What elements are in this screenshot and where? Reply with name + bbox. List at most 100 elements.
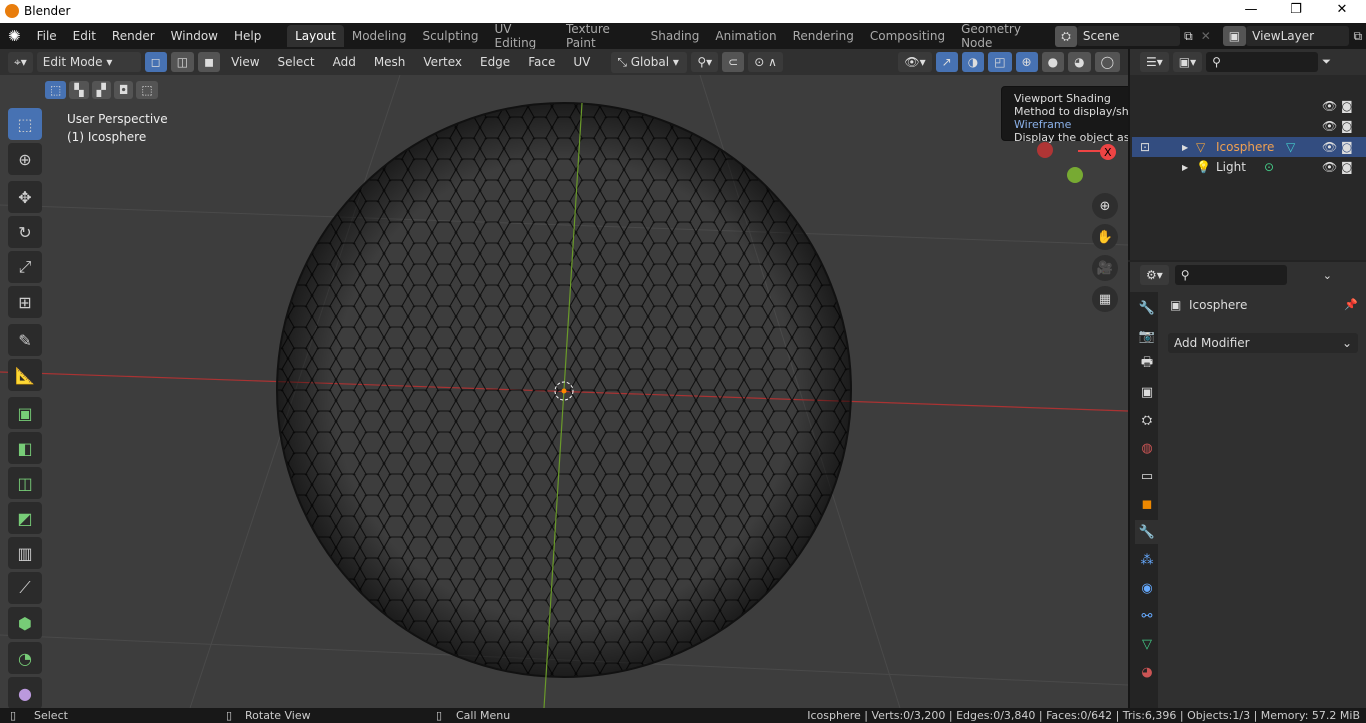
- snap-icon[interactable]: ⊂: [722, 52, 745, 72]
- annotate-tool-icon[interactable]: ✎: [8, 324, 42, 356]
- scale-tool-icon[interactable]: ⤢: [8, 251, 42, 283]
- 3d-viewport[interactable]: X ⬚ ▚ ▞ ◘ ⬚ ⊕ ✋ 🎥 ▦: [0, 75, 1128, 708]
- new-view-layer-icon[interactable]: ⧉: [1349, 29, 1366, 44]
- poly-build-tool-icon[interactable]: ⬢: [8, 607, 42, 639]
- pan-hand-icon[interactable]: ✋: [1092, 224, 1118, 250]
- edge-select-icon[interactable]: ◫: [170, 52, 195, 72]
- minimize-button[interactable]: —: [1236, 2, 1266, 17]
- tab-modeling[interactable]: Modeling: [344, 25, 415, 47]
- measure-tool-icon[interactable]: 📐: [8, 359, 42, 391]
- maximize-button[interactable]: ❐: [1281, 2, 1311, 17]
- blender-menu-icon[interactable]: ✺: [0, 27, 29, 45]
- gizmo-neg-x[interactable]: [1037, 142, 1053, 158]
- close-button[interactable]: ✕: [1327, 2, 1357, 17]
- edit-mode-icon[interactable]: ⊡: [1140, 140, 1182, 154]
- shading-wireframe-icon[interactable]: ⊕: [1015, 52, 1038, 72]
- tool-tab-icon[interactable]: 🔧: [1135, 296, 1159, 320]
- ortho-grid-icon[interactable]: ▦: [1092, 286, 1118, 312]
- world-tab-icon[interactable]: ◍: [1135, 436, 1159, 460]
- menu-window[interactable]: Window: [163, 29, 226, 43]
- gizmo-y[interactable]: [1067, 167, 1083, 183]
- menu-edge[interactable]: Edge: [473, 55, 517, 69]
- constraints-tab-icon[interactable]: ⚯: [1135, 604, 1159, 628]
- outliner-item-light[interactable]: ▶ 💡 Light ⊙ 👁 ◙: [1132, 157, 1366, 177]
- loop-cut-tool-icon[interactable]: ▥: [8, 537, 42, 569]
- cursor-tool-icon[interactable]: ⊕: [8, 143, 42, 175]
- face-select-icon[interactable]: ◼: [198, 52, 221, 72]
- select-box-tool-icon[interactable]: ⬚: [8, 108, 42, 140]
- add-cube-tool-icon[interactable]: ▣: [8, 397, 42, 429]
- filter-icon[interactable]: ⏷: [1322, 55, 1331, 69]
- shading-rendered-icon[interactable]: ◯: [1094, 52, 1120, 72]
- select-new-icon[interactable]: ⬚: [45, 81, 67, 99]
- shading-solid-icon[interactable]: ●: [1041, 52, 1065, 72]
- visibility-toggle-icon[interactable]: 👁 ◙: [1322, 140, 1353, 154]
- data-tab-icon[interactable]: ▽: [1135, 632, 1159, 656]
- delete-scene-icon[interactable]: ✕: [1197, 29, 1215, 43]
- overlay-icon[interactable]: ◑: [961, 52, 985, 72]
- proportional-edit-icon[interactable]: ⊙ ∧: [748, 52, 783, 72]
- menu-select[interactable]: Select: [271, 55, 322, 69]
- outliner-row[interactable]: 👁 ◙: [1132, 96, 1366, 116]
- select-extend-icon[interactable]: ▚: [69, 81, 89, 99]
- view-layer-field[interactable]: ViewLayer: [1246, 26, 1350, 46]
- menu-uv[interactable]: UV: [566, 55, 597, 69]
- menu-help[interactable]: Help: [226, 29, 269, 43]
- menu-add[interactable]: Add: [326, 55, 363, 69]
- new-scene-icon[interactable]: ⧉: [1180, 29, 1197, 44]
- visibility-icon[interactable]: 👁▾: [898, 52, 932, 72]
- menu-vertex[interactable]: Vertex: [416, 55, 469, 69]
- scene-tab-icon[interactable]: ⛭: [1135, 408, 1159, 432]
- menu-render[interactable]: Render: [104, 29, 163, 43]
- transform-tool-icon[interactable]: ⊞: [8, 286, 42, 318]
- select-intersect-icon[interactable]: ⬚: [136, 81, 158, 99]
- output-tab-icon[interactable]: 🖶: [1135, 352, 1159, 376]
- tab-sculpting[interactable]: Sculpting: [414, 25, 486, 47]
- camera-icon[interactable]: 🎥: [1092, 255, 1118, 281]
- render-tab-icon[interactable]: 📷: [1135, 324, 1159, 348]
- view-layer-icon[interactable]: ▣: [1222, 26, 1247, 46]
- bevel-tool-icon[interactable]: ◩: [8, 502, 42, 534]
- visibility-toggle-icon[interactable]: 👁 ◙: [1322, 160, 1353, 174]
- properties-editor-icon[interactable]: ⚙▾: [1140, 265, 1169, 285]
- options-chevron-icon[interactable]: ⌄: [1323, 269, 1332, 282]
- collection-tab-icon[interactable]: ▭: [1135, 464, 1159, 488]
- view-layer-tab-icon[interactable]: ▣: [1135, 380, 1159, 404]
- tab-layout[interactable]: Layout: [287, 25, 344, 47]
- physics-tab-icon[interactable]: ◉: [1135, 576, 1159, 600]
- properties-search-input[interactable]: ⚲: [1174, 265, 1287, 285]
- pivot-icon[interactable]: ⚲▾: [691, 52, 719, 72]
- zoom-icon[interactable]: ⊕: [1092, 193, 1118, 219]
- modifier-tab-icon[interactable]: 🔧: [1135, 520, 1159, 544]
- smooth-tool-icon[interactable]: ●: [8, 677, 42, 709]
- menu-mesh[interactable]: Mesh: [367, 55, 413, 69]
- tab-compositing[interactable]: Compositing: [862, 25, 953, 47]
- knife-tool-icon[interactable]: ⟋: [8, 572, 42, 604]
- menu-edit[interactable]: Edit: [65, 29, 104, 43]
- xray-icon[interactable]: ◰: [988, 52, 1012, 72]
- vertex-select-icon[interactable]: ◻: [144, 52, 167, 72]
- particles-tab-icon[interactable]: ⁂: [1135, 548, 1159, 572]
- outliner-item-icosphere[interactable]: ⊡ ▶ ▽ Icosphere ▽ 👁 ◙: [1132, 137, 1366, 157]
- scene-field[interactable]: Scene: [1076, 26, 1181, 46]
- outliner-search-input[interactable]: ⚲: [1206, 52, 1319, 72]
- tab-rendering[interactable]: Rendering: [785, 25, 862, 47]
- move-tool-icon[interactable]: ✥: [8, 181, 42, 213]
- filter-view-icon[interactable]: ▣▾: [1172, 52, 1203, 72]
- rotate-tool-icon[interactable]: ↻: [8, 216, 42, 248]
- display-mode-icon[interactable]: ☰▾: [1140, 52, 1169, 72]
- mode-dropdown[interactable]: Edit Mode ▾: [36, 52, 141, 72]
- scene-selector-icon[interactable]: ⛭: [1055, 25, 1077, 47]
- pin-icon[interactable]: 📌: [1344, 298, 1358, 311]
- select-invert-icon[interactable]: ◘: [113, 81, 134, 99]
- extrude-tool-icon[interactable]: ◧: [8, 432, 42, 464]
- orientation-dropdown[interactable]: ⤡ Global ▾: [611, 51, 688, 73]
- inset-tool-icon[interactable]: ◫: [8, 467, 42, 499]
- editor-type-icon[interactable]: ⌖▾: [8, 51, 33, 73]
- tab-shading[interactable]: Shading: [643, 25, 708, 47]
- select-subtract-icon[interactable]: ▞: [91, 81, 111, 99]
- menu-view[interactable]: View: [224, 55, 266, 69]
- shading-material-icon[interactable]: ◕: [1068, 52, 1091, 72]
- add-modifier-dropdown[interactable]: Add Modifier ⌄: [1168, 333, 1358, 353]
- tab-animation[interactable]: Animation: [707, 25, 784, 47]
